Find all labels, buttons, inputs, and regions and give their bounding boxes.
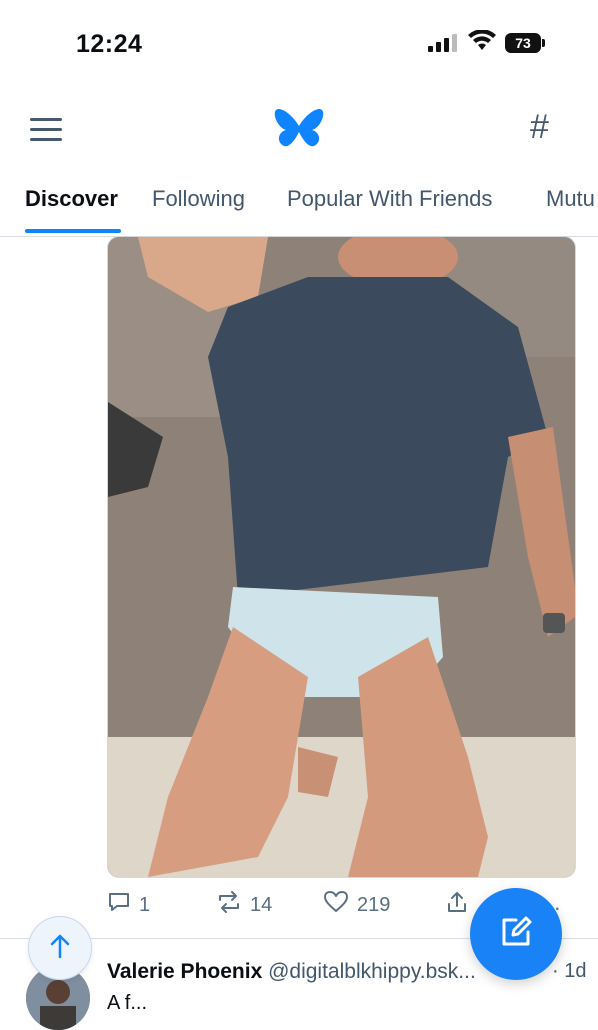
post-image[interactable] [107, 236, 576, 878]
repost-count: 14 [250, 893, 273, 916]
cellular-signal-icon [428, 34, 457, 52]
compose-post-button[interactable] [470, 888, 562, 980]
reply-count: 1 [139, 893, 151, 916]
repost-button[interactable]: 14 [216, 890, 272, 920]
scroll-to-top-button[interactable] [28, 916, 92, 980]
tab-mutuals[interactable]: Mutu [546, 186, 595, 212]
repost-icon [216, 890, 242, 920]
post-text: A f... [107, 992, 148, 1014]
tab-discover[interactable]: Discover [25, 186, 118, 212]
battery-icon: 73 [505, 33, 545, 53]
like-count: 219 [357, 893, 391, 916]
compose-pencil-icon [496, 912, 536, 957]
reply-button[interactable]: 1 [107, 890, 150, 920]
arrow-up-icon [48, 933, 72, 964]
post-author: Valerie Phoenix @digitalblkhippy.bsk... [107, 960, 476, 984]
like-button[interactable]: 219 [323, 890, 390, 920]
hash-feeds-icon[interactable]: # [530, 108, 549, 147]
tab-following[interactable]: Following [152, 186, 245, 212]
post-age: · 1d [552, 960, 586, 983]
heart-icon [323, 890, 349, 920]
wifi-icon [468, 29, 496, 57]
app-header: # [0, 96, 598, 164]
butterfly-logo-icon[interactable] [274, 106, 324, 155]
status-bar: 12:24 73 [0, 0, 598, 90]
feed-tabs: Discover Following Popular With Friends … [0, 182, 598, 237]
reply-icon [107, 890, 131, 920]
share-button[interactable] [445, 890, 469, 920]
share-icon [445, 890, 469, 920]
hamburger-menu-icon[interactable] [30, 118, 62, 142]
tab-popular-with-friends[interactable]: Popular With Friends [287, 186, 492, 212]
age-separator: · [552, 960, 559, 982]
author-name[interactable]: Valerie Phoenix [107, 960, 262, 983]
active-tab-indicator [25, 229, 121, 233]
status-time: 12:24 [76, 30, 143, 58]
age-value: 1d [564, 960, 587, 982]
author-handle[interactable]: @digitalblkhippy.bsk... [268, 960, 476, 983]
